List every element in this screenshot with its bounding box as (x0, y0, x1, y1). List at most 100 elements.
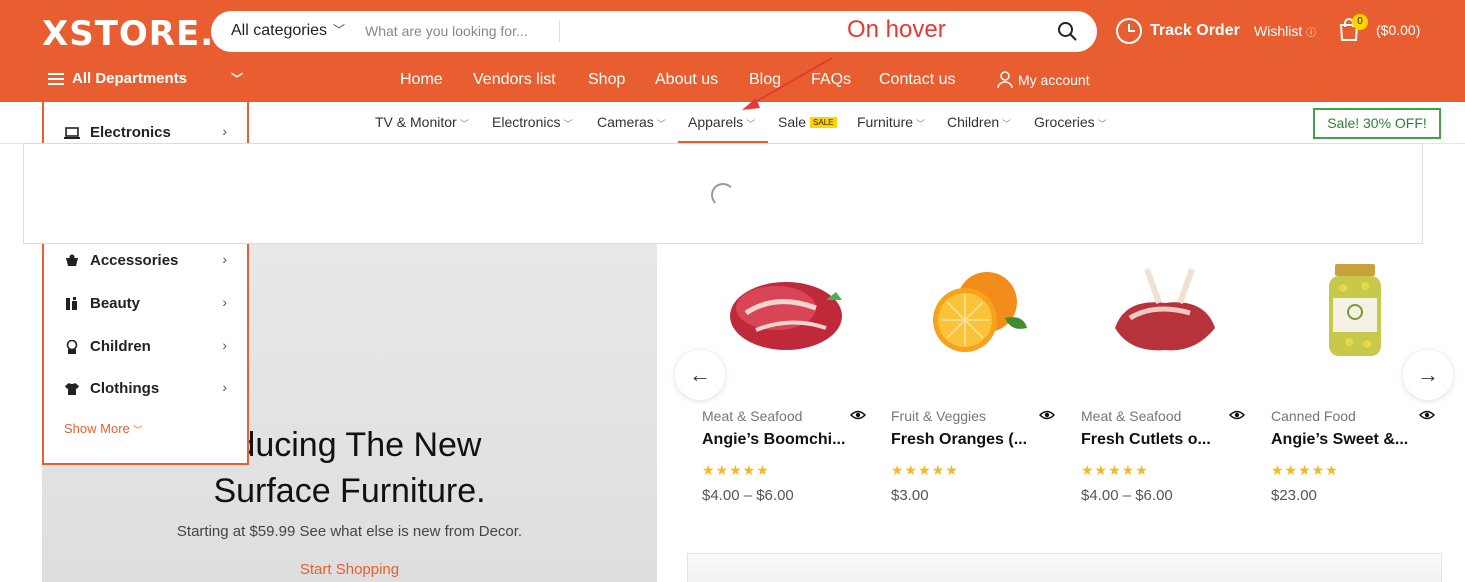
store-logo[interactable]: XSTORE. (42, 14, 214, 54)
product-carousel: Meat & Seafood Angie’s Boomchi... ★★★★★ … (658, 244, 1465, 554)
product-image[interactable] (905, 258, 1045, 368)
subnav-item-children[interactable]: Children ﹀ (947, 114, 1011, 130)
menu-item-contact[interactable]: Contact us (879, 71, 955, 89)
subnav-label: Sale (778, 114, 807, 130)
subnav-label: Cameras (597, 114, 654, 130)
menu-item-home[interactable]: Home (400, 71, 443, 89)
subnav-item-sale[interactable]: Sale SALE (778, 114, 837, 130)
chevron-right-icon: › (222, 337, 227, 353)
chevron-down-icon: ﹀ (656, 119, 666, 129)
product-price: $3.00 (891, 487, 929, 504)
chevron-down-icon: ﹀ (1002, 119, 1012, 129)
search-input[interactable]: What are you looking for... (365, 23, 528, 39)
product-category: Meat & Seafood (1081, 408, 1182, 424)
subnav-item-apparels[interactable]: Apparels ﹀ (688, 114, 755, 130)
sidebar-item-clothings[interactable]: Clothings (64, 380, 159, 397)
menu-item-vendors[interactable]: Vendors list (473, 71, 556, 89)
chevron-right-icon: › (222, 251, 227, 267)
sidebar-item-label: Clothings (90, 380, 160, 397)
chevron-down-icon: ﹀ (916, 119, 926, 129)
show-more-label: Show More (64, 421, 130, 436)
start-shopping-link[interactable]: Start Shopping (42, 561, 657, 578)
search-bar: All categories ﹀ What are you looking for… (211, 11, 1097, 52)
track-order-link[interactable]: Track Order (1116, 18, 1240, 44)
subnav-label: Groceries (1034, 114, 1095, 130)
all-departments-label: All Departments (72, 70, 188, 87)
product-price: $4.00 – $6.00 (702, 487, 794, 504)
accessories-icon (66, 254, 78, 266)
product-image[interactable] (1095, 258, 1235, 368)
chevron-down-icon: ﹀ (333, 23, 346, 37)
chevron-down-icon: ﹀ (133, 425, 143, 435)
sale-badge: SALE (810, 117, 837, 128)
my-account-label: My account (1018, 72, 1090, 88)
chevron-right-icon: › (222, 379, 227, 395)
category-select-label: All categories (231, 22, 328, 39)
product-image[interactable] (716, 258, 856, 368)
hover-annotation: On hover (847, 16, 946, 43)
product-name[interactable]: Fresh Oranges (... (891, 431, 1027, 449)
product-name[interactable]: Fresh Cutlets o... (1081, 431, 1211, 449)
chevron-down-icon: ﹀ (563, 119, 573, 129)
subnav-label: TV & Monitor (375, 114, 457, 130)
sidebar-item-label: Electronics (90, 124, 171, 141)
subnav-label: Apparels (688, 114, 744, 130)
menu-icon (48, 72, 64, 85)
star-rating: ★★★★★ (1081, 462, 1149, 478)
menu-item-shop[interactable]: Shop (588, 71, 625, 89)
product-category: Fruit & Veggies (891, 408, 986, 424)
sidebar-item-label: Beauty (90, 295, 141, 312)
star-rating: ★★★★★ (891, 462, 959, 478)
loading-spinner-icon (711, 183, 735, 207)
sidebar-item-electronics[interactable]: Electronics (64, 124, 171, 141)
baby-icon (66, 339, 78, 354)
chevron-down-icon: ﹀ (1097, 119, 1107, 129)
cart-button[interactable]: 0 ($0.00) (1338, 14, 1420, 42)
header-bar: XSTORE. All categories ﹀ What are you loo… (0, 0, 1465, 102)
chevron-down-icon: ﹀ (231, 72, 244, 86)
track-order-label: Track Order (1150, 22, 1240, 39)
sidebar-item-label: Accessories (90, 252, 179, 269)
quick-view-eye-icon[interactable] (850, 410, 866, 420)
hero-title-line1: oducing The New (217, 426, 482, 464)
category-select[interactable]: All categories ﹀ (231, 22, 345, 40)
chevron-down-icon: ﹀ (459, 119, 469, 129)
quick-view-eye-icon[interactable] (1419, 410, 1435, 420)
carousel-prev-button[interactable]: ← (675, 350, 725, 400)
sale-promo-button[interactable]: Sale! 30% OFF! (1313, 108, 1441, 139)
subnav-item-tv-monitor[interactable]: TV & Monitor ﹀ (375, 114, 469, 130)
subnav-label: Electronics (492, 114, 561, 130)
menu-item-faqs[interactable]: FAQs (811, 71, 851, 89)
cart-count-badge: 0 (1352, 14, 1368, 30)
all-departments-toggle[interactable]: All Departments ﹀ (48, 70, 243, 87)
sidebar-item-children[interactable]: Children (64, 338, 151, 355)
sidebar-item-accessories[interactable]: Accessories (64, 252, 178, 269)
product-name[interactable]: Angie’s Sweet &... (1271, 431, 1408, 449)
quick-view-eye-icon[interactable] (1229, 410, 1245, 420)
promo-card (687, 553, 1442, 582)
hero-title-line2: Surface Furniture. (213, 472, 486, 510)
subnav-item-groceries[interactable]: Groceries ﹀ (1034, 114, 1107, 130)
clock-icon (1116, 18, 1142, 44)
subnav-item-furniture[interactable]: Furniture ﹀ (857, 114, 925, 130)
show-more-link[interactable]: Show More ﹀ (64, 421, 142, 436)
tshirt-icon (65, 382, 79, 395)
menu-item-about[interactable]: About us (655, 71, 718, 89)
menu-item-blog[interactable]: Blog (749, 71, 781, 89)
quick-view-eye-icon[interactable] (1039, 410, 1055, 420)
search-icon[interactable] (1057, 21, 1077, 41)
subnav-label: Furniture (857, 114, 914, 130)
chevron-down-icon: ﹀ (746, 119, 756, 129)
subnav-item-electronics[interactable]: Electronics ﹀ (492, 114, 572, 130)
subnav-label: Children (947, 114, 1000, 130)
carousel-next-button[interactable]: → (1403, 350, 1453, 400)
product-name[interactable]: Angie’s Boomchi... (702, 431, 845, 449)
product-image[interactable] (1285, 258, 1425, 368)
arrow-left-icon: ← (689, 362, 711, 387)
subnav-item-cameras[interactable]: Cameras ﹀ (597, 114, 666, 130)
my-account-link[interactable]: My account (997, 71, 1090, 89)
user-icon (997, 71, 1013, 89)
sidebar-item-beauty[interactable]: Beauty (64, 295, 140, 312)
product-price: $23.00 (1271, 487, 1317, 504)
wishlist-link[interactable]: Wishlist ⓘ (1254, 23, 1316, 39)
